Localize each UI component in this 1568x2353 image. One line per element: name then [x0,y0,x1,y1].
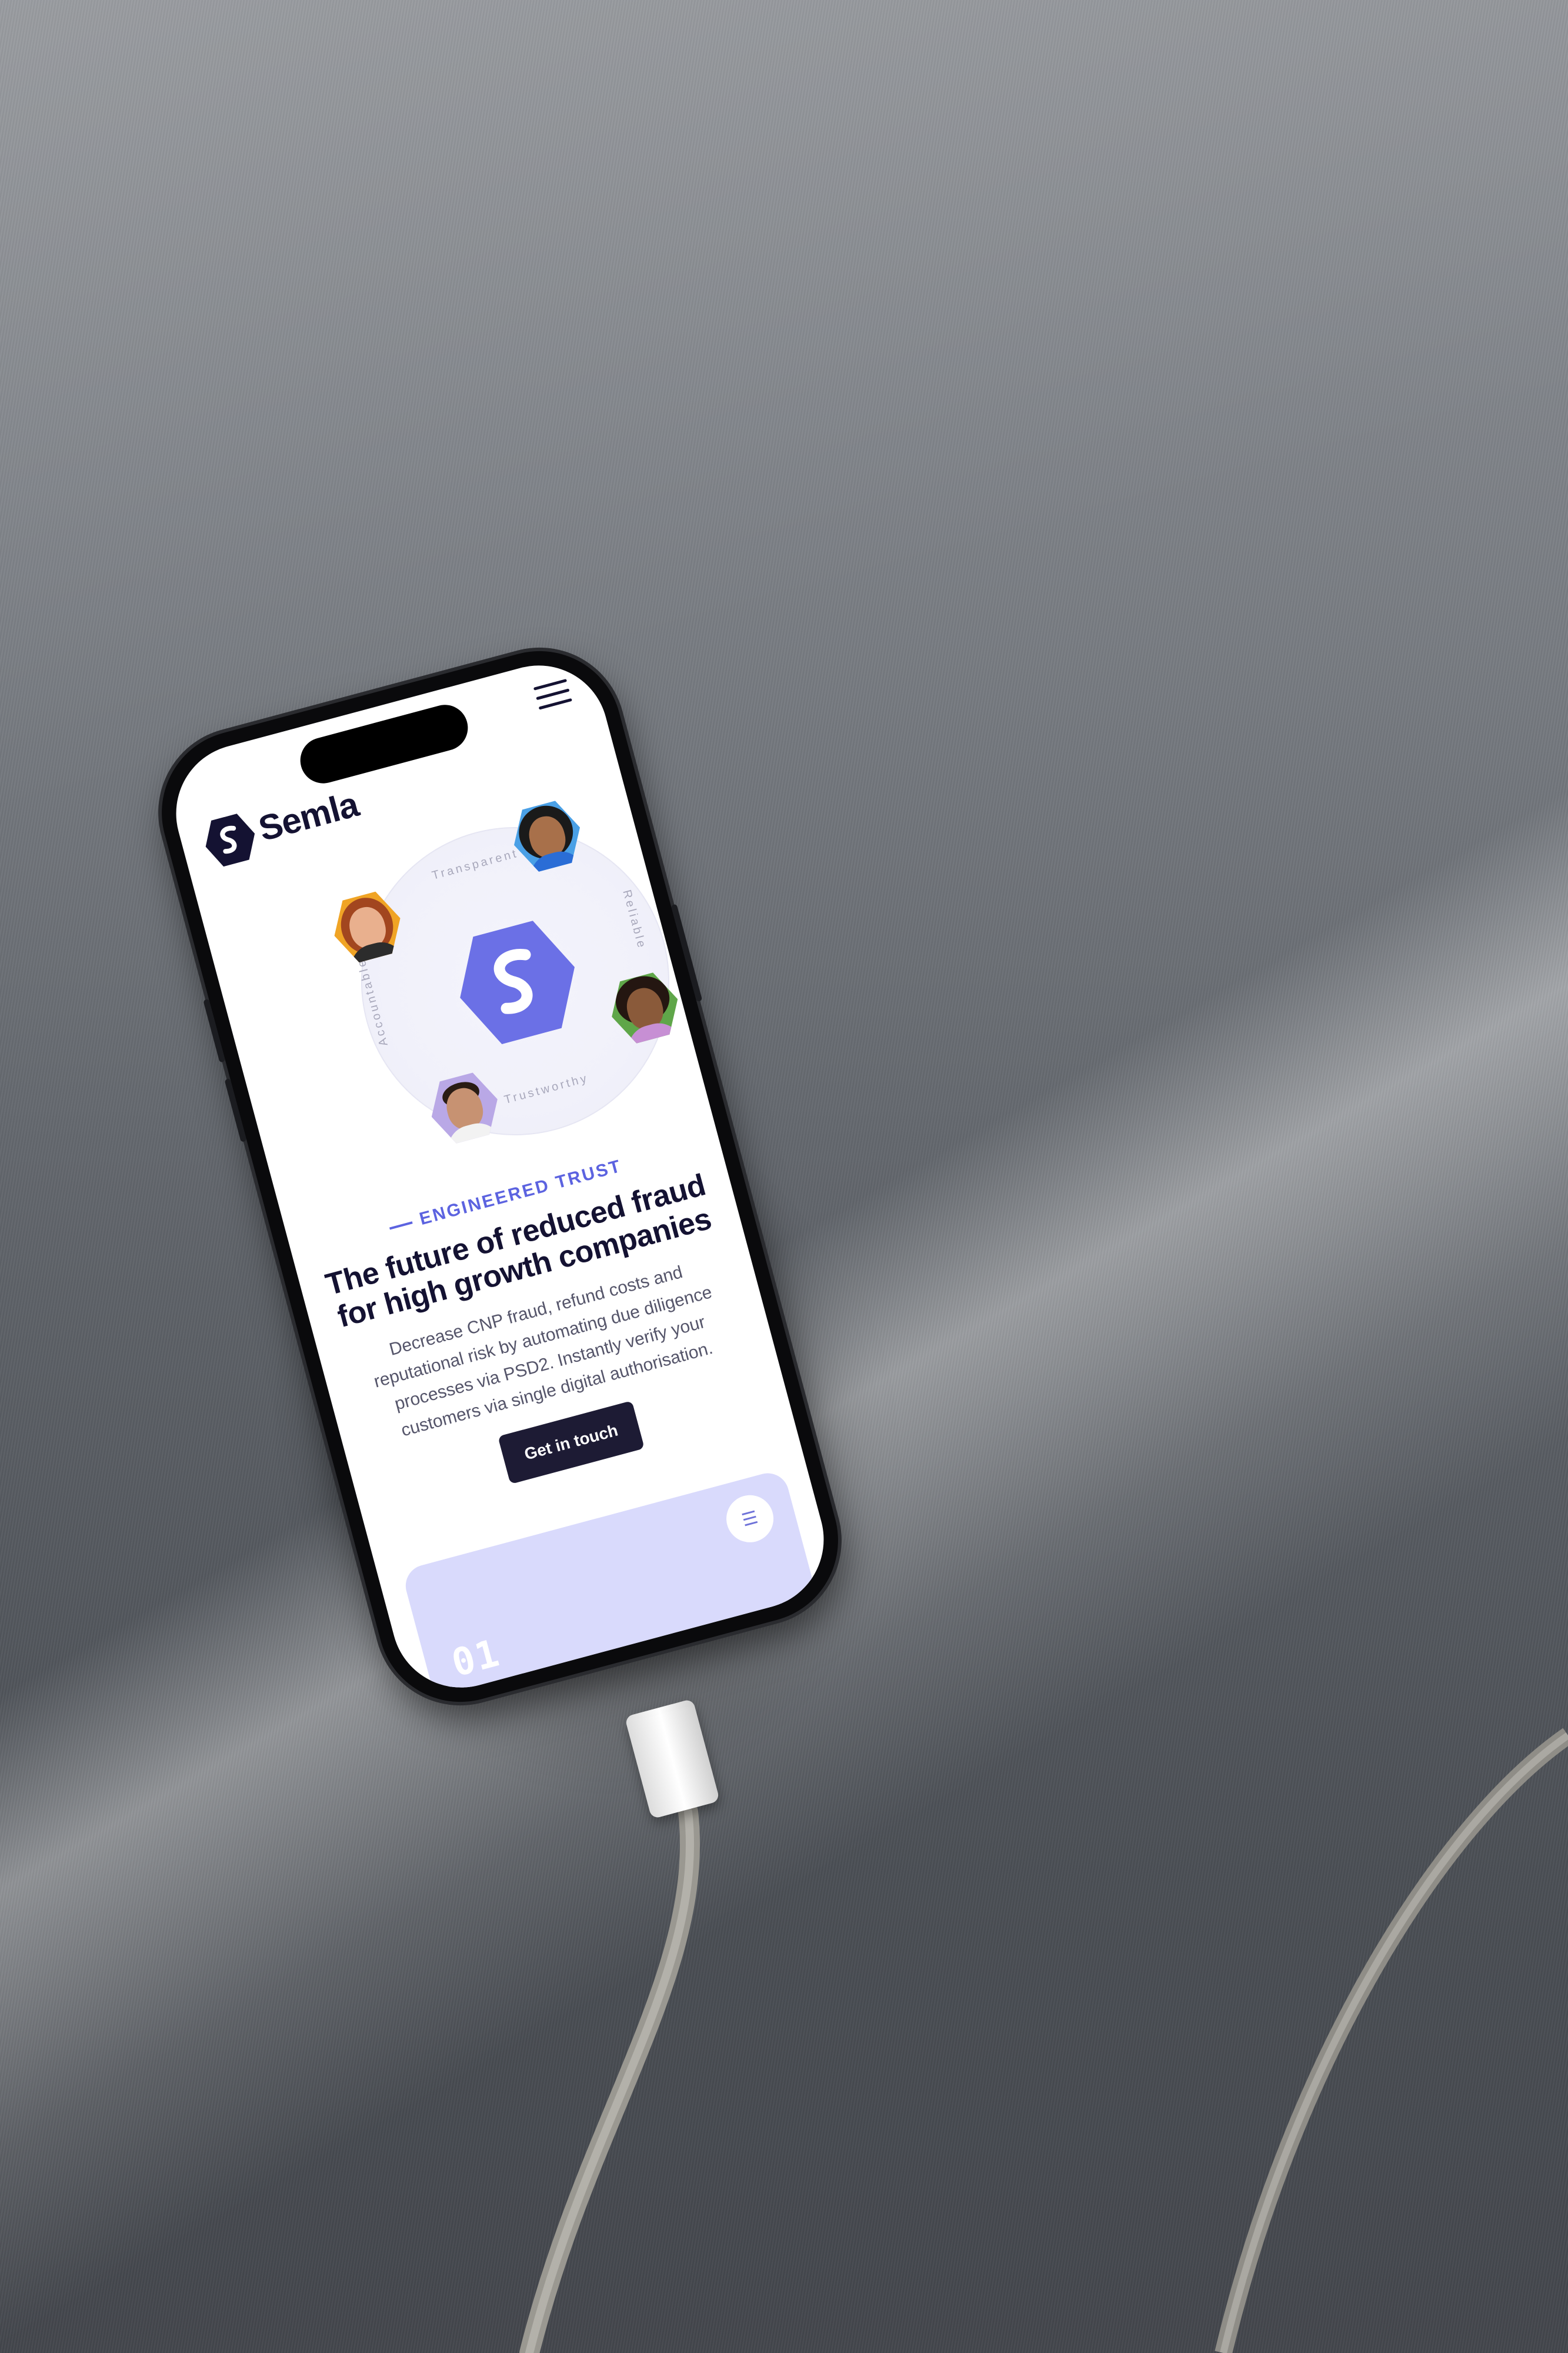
ring-word-reliable: Reliable [620,888,649,951]
brand-name[interactable]: Semla [254,784,362,849]
ring-word-accountable: Accountable [354,956,391,1048]
checklist-icon[interactable]: ☰ [721,1489,779,1548]
feature-number: 01 [447,1631,505,1686]
ring-word-transparent: Transparent [431,846,520,883]
hamburger-menu-icon[interactable] [533,678,573,713]
charging-cable [519,1728,1568,2353]
dynamic-island [295,699,473,789]
ring-word-trustworthy: Trustworthy [502,1071,590,1107]
semla-logo-icon[interactable] [198,808,262,872]
eyebrow-dash [389,1221,413,1230]
